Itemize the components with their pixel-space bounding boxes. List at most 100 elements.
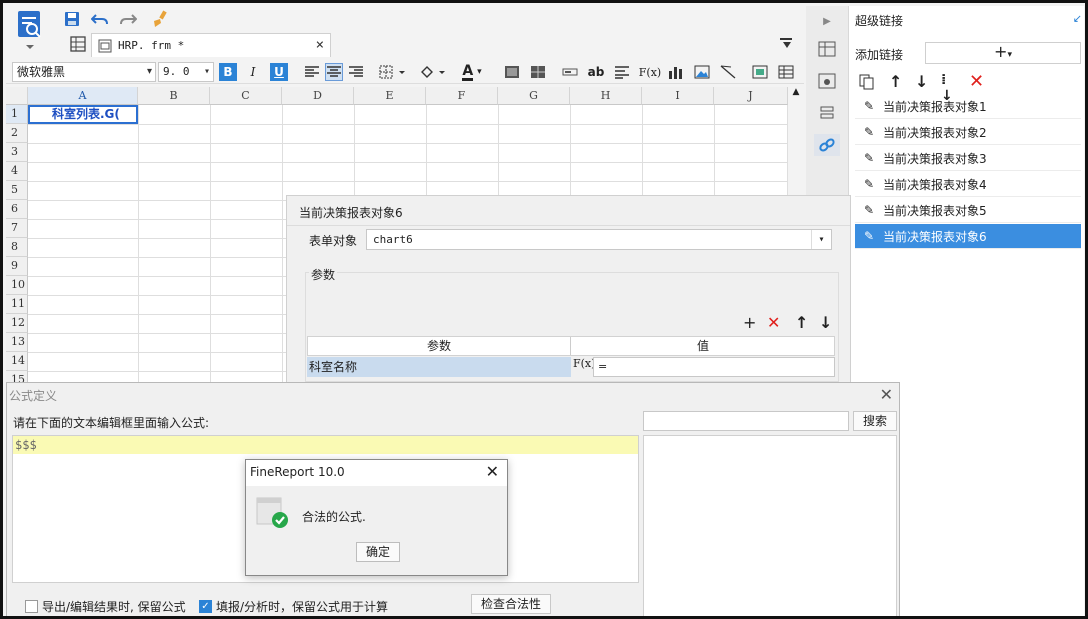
column-header[interactable]: E: [354, 87, 426, 105]
function-list[interactable]: [643, 435, 897, 616]
row-header[interactable]: 7: [6, 219, 28, 238]
param-value-input[interactable]: =: [593, 357, 835, 377]
select-all-corner[interactable]: [6, 87, 28, 105]
link-item[interactable]: ✎ 当前决策报表对象4: [855, 172, 1081, 197]
link-item[interactable]: ✎ 当前决策报表对象2: [855, 120, 1081, 145]
column-header[interactable]: F: [426, 87, 498, 105]
scroll-up-icon[interactable]: ▲: [788, 87, 804, 97]
align-left-icon[interactable]: [303, 63, 321, 81]
row-header[interactable]: 13: [6, 333, 28, 352]
link-item[interactable]: ✎ 当前决策报表对象3: [855, 146, 1081, 171]
row-header[interactable]: 5: [6, 181, 28, 200]
row-header[interactable]: 1: [6, 105, 28, 124]
row-header[interactable]: 6: [6, 200, 28, 219]
bold-button[interactable]: B: [219, 63, 237, 81]
column-header[interactable]: J: [714, 87, 788, 105]
search-button[interactable]: 搜索: [853, 411, 897, 431]
row-header[interactable]: 4: [6, 162, 28, 181]
ok-button[interactable]: 确定: [356, 542, 400, 562]
formula-button[interactable]: F(x): [639, 63, 661, 81]
param-name-cell[interactable]: 科室名称: [307, 357, 571, 377]
underline-button[interactable]: U: [270, 63, 288, 81]
check-icon[interactable]: ✓: [199, 600, 212, 613]
column-header[interactable]: B: [138, 87, 210, 105]
row-header[interactable]: 3: [6, 143, 28, 162]
link-item-selected[interactable]: ✎ 当前决策报表对象6: [855, 224, 1081, 249]
textbox-icon[interactable]: [561, 63, 579, 81]
close-icon[interactable]: ✕: [880, 385, 893, 404]
column-header[interactable]: I: [642, 87, 714, 105]
close-tab-icon[interactable]: ×: [316, 37, 324, 53]
link-item[interactable]: ✎ 当前决策报表对象1: [855, 94, 1081, 119]
selected-cell-a1[interactable]: 科室列表.G(: [28, 105, 138, 124]
add-param-icon[interactable]: +: [743, 313, 756, 332]
row-header[interactable]: 9: [6, 257, 28, 276]
hyperlink-icon[interactable]: [814, 134, 840, 156]
slash-icon[interactable]: [719, 63, 737, 81]
redo-icon[interactable]: [117, 9, 139, 29]
save-icon[interactable]: [61, 9, 83, 29]
keep-formula-fill-checkbox[interactable]: ✓ 填报/分析时，保留公式用于计算: [199, 598, 388, 615]
align-right-icon[interactable]: [347, 63, 365, 81]
add-link-label: 添加链接: [855, 48, 904, 62]
format-brush-icon[interactable]: [149, 9, 171, 29]
grid-icon[interactable]: [69, 35, 87, 53]
dock-icon[interactable]: [779, 37, 793, 52]
grid-line: [282, 105, 283, 387]
checkbox-box[interactable]: [25, 600, 38, 613]
delete-icon[interactable]: ✕: [969, 71, 984, 92]
link-item-label: 当前决策报表对象3: [883, 151, 987, 166]
column-header[interactable]: H: [570, 87, 642, 105]
column-header[interactable]: C: [210, 87, 282, 105]
keep-formula-export-checkbox[interactable]: 导出/编辑结果时, 保留公式: [25, 598, 186, 615]
row-header[interactable]: 10: [6, 276, 28, 295]
font-size-select[interactable]: 9. 0 ▾: [158, 62, 214, 82]
function-search-input[interactable]: [643, 411, 849, 431]
undo-icon[interactable]: [89, 9, 111, 29]
app-logo-icon[interactable]: [11, 7, 51, 57]
move-down-icon[interactable]: ↓: [915, 72, 928, 91]
link-settings-pane: 当前决策报表对象6 表单对象 chart6 ▾ 参数 + ✕ ↑ ↓ 参数 值 …: [286, 195, 851, 385]
split-cells-icon[interactable]: [529, 63, 547, 81]
param-down-icon[interactable]: ↓: [819, 313, 832, 332]
image-icon[interactable]: [693, 63, 711, 81]
column-header[interactable]: G: [498, 87, 570, 105]
merge-cells-icon[interactable]: [503, 63, 521, 81]
chart-icon[interactable]: [667, 63, 685, 81]
collapse-panel-icon[interactable]: ▶: [814, 10, 840, 32]
add-link-button[interactable]: +▾: [925, 42, 1081, 64]
row-header[interactable]: 12: [6, 314, 28, 333]
border-icon[interactable]: [378, 63, 408, 81]
sub-report-icon[interactable]: [751, 63, 769, 81]
copy-icon[interactable]: [859, 74, 875, 93]
check-validity-button[interactable]: 检查合法性: [471, 594, 551, 614]
widget-settings-icon[interactable]: [814, 70, 840, 92]
row-header[interactable]: 11: [6, 295, 28, 314]
delete-param-icon[interactable]: ✕: [767, 313, 780, 332]
link-item[interactable]: ✎ 当前决策报表对象5: [855, 198, 1081, 223]
column-header[interactable]: A: [28, 87, 138, 105]
vertical-scrollbar[interactable]: ▲: [788, 87, 804, 197]
tab-document[interactable]: HRP. frm * ×: [91, 33, 331, 57]
font-family-select[interactable]: 微软雅黑 ▾: [12, 62, 156, 82]
align-center-icon[interactable]: [325, 63, 343, 81]
move-up-icon[interactable]: ↑: [889, 72, 902, 91]
row-header[interactable]: 2: [6, 124, 28, 143]
param-column-header: 参数: [308, 337, 571, 355]
expand-icon[interactable]: ↙: [1073, 12, 1082, 25]
condition-attr-icon[interactable]: [814, 102, 840, 124]
row-header[interactable]: 14: [6, 352, 28, 371]
param-up-icon[interactable]: ↑: [795, 313, 808, 332]
column-header[interactable]: D: [282, 87, 354, 105]
rich-text-icon[interactable]: [613, 63, 631, 81]
text-cell-button[interactable]: ab: [587, 63, 605, 81]
text-color-button[interactable]: A ▾: [456, 63, 488, 81]
row-header[interactable]: 8: [6, 238, 28, 257]
italic-button[interactable]: I: [244, 63, 262, 81]
fill-color-icon[interactable]: [418, 63, 448, 81]
cell-properties-icon[interactable]: [814, 38, 840, 60]
close-icon[interactable]: ✕: [486, 462, 499, 481]
form-object-select[interactable]: chart6 ▾: [366, 229, 832, 250]
param-row[interactable]: 科室名称 F(x) =: [307, 357, 835, 377]
table-icon[interactable]: [777, 63, 795, 81]
